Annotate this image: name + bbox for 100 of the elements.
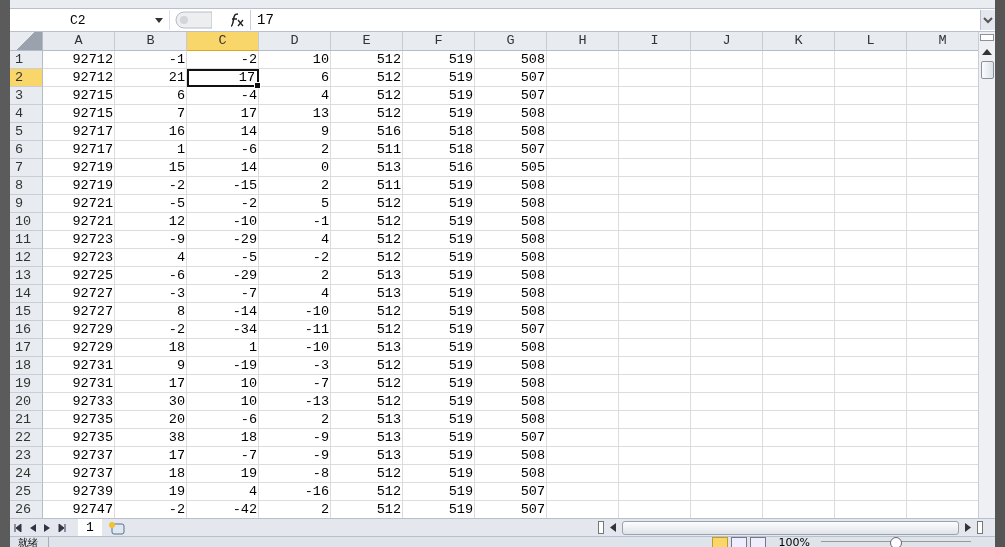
table-cell-text: 92735: [71, 411, 114, 429]
table-cell: 17: [187, 69, 259, 87]
table-cell-text: 519: [447, 303, 474, 321]
row-header[interactable]: 12: [10, 249, 43, 267]
row-header[interactable]: 23: [10, 447, 43, 465]
row-header[interactable]: 10: [10, 213, 43, 231]
table-cell-text: 512: [375, 501, 402, 518]
row-header[interactable]: 13: [10, 267, 43, 285]
column-header[interactable]: K: [763, 32, 835, 51]
row-header[interactable]: 17: [10, 339, 43, 357]
split-handle[interactable]: [980, 34, 994, 41]
table-cell-text: 508: [519, 267, 546, 285]
table-cell-text: 17: [167, 447, 186, 465]
table-cell-text: 508: [519, 393, 546, 411]
column-header[interactable]: D: [259, 32, 331, 51]
row-header[interactable]: 24: [10, 465, 43, 483]
table-cell-text: 516: [375, 123, 402, 141]
column-header[interactable]: A: [43, 32, 115, 51]
column-header[interactable]: C: [187, 32, 259, 51]
table-cell-text: 92717: [71, 123, 114, 141]
table-cell-text: 4: [319, 285, 330, 303]
table-cell-text: 92735: [71, 429, 114, 447]
row-header[interactable]: 14: [10, 285, 43, 303]
row-header[interactable]: 9: [10, 195, 43, 213]
dropdown-icon[interactable]: [155, 17, 163, 23]
row-header[interactable]: 11: [10, 231, 43, 249]
scroll-thumb[interactable]: [622, 520, 959, 535]
row-header[interactable]: 4: [10, 105, 43, 123]
table-cell-text: -6: [167, 267, 186, 285]
table-cell-text: 519: [447, 411, 474, 429]
table-cell-text: 4: [319, 231, 330, 249]
table-cell-text: 92733: [71, 393, 114, 411]
scroll-left-icon[interactable]: [610, 523, 616, 532]
column-header[interactable]: B: [115, 32, 187, 51]
scroll-up-icon[interactable]: [982, 49, 992, 55]
table-cell-text: 512: [375, 465, 402, 483]
table-cell-text: 92731: [71, 375, 114, 393]
scroll-right-icon[interactable]: [965, 523, 971, 532]
table-cell-text: 2: [319, 411, 330, 429]
new-sheet-icon[interactable]: [107, 520, 126, 535]
table-cell-text: 508: [519, 339, 546, 357]
table-cell-text: 92737: [71, 465, 114, 483]
table-cell-text: 512: [375, 357, 402, 375]
table-cell-text: -2: [239, 195, 258, 213]
table-cell-text: -9: [311, 447, 330, 465]
table-cell-text: 92747: [71, 501, 114, 518]
table-cell-text: 508: [519, 177, 546, 195]
table-cell-text: 513: [375, 159, 402, 177]
row-header[interactable]: 20: [10, 393, 43, 411]
row-header[interactable]: 1: [10, 51, 43, 69]
column-header[interactable]: J: [691, 32, 763, 51]
row-header[interactable]: 25: [10, 483, 43, 501]
table-cell-text: -2: [167, 177, 186, 195]
table-cell-text: -6: [239, 141, 258, 159]
expand-icon[interactable]: [980, 10, 995, 30]
page-break-button[interactable]: [749, 537, 766, 547]
column-header[interactable]: M: [907, 32, 978, 51]
row-header[interactable]: 7: [10, 159, 43, 177]
table-cell-text: 512: [375, 105, 402, 123]
column-header[interactable]: I: [619, 32, 691, 51]
column-header[interactable]: E: [331, 32, 403, 51]
row-header[interactable]: 15: [10, 303, 43, 321]
row-header[interactable]: 2: [10, 69, 43, 87]
table-cell-text: 20: [167, 411, 186, 429]
column-header[interactable]: G: [475, 32, 547, 51]
zoom-level[interactable]: 100%: [778, 537, 810, 547]
previous-sheet-icon[interactable]: [30, 523, 36, 532]
row-header[interactable]: 21: [10, 411, 43, 429]
row-header[interactable]: 19: [10, 375, 43, 393]
resize-handle-icon[interactable]: [172, 11, 212, 29]
column-header[interactable]: H: [547, 32, 619, 51]
table-cell-text: 12: [167, 213, 186, 231]
table-cell-text: -8: [311, 465, 330, 483]
table-cell-text: 7: [175, 105, 186, 123]
row-header[interactable]: 6: [10, 141, 43, 159]
first-sheet-icon[interactable]: [14, 523, 22, 532]
table-cell-text: 513: [375, 285, 402, 303]
last-sheet-icon[interactable]: [58, 523, 66, 532]
next-sheet-icon[interactable]: [44, 523, 50, 532]
column-header[interactable]: L: [835, 32, 907, 51]
split-handle[interactable]: [977, 521, 983, 534]
column-header[interactable]: F: [403, 32, 475, 51]
page-layout-button[interactable]: [730, 537, 747, 547]
row-header[interactable]: 26: [10, 501, 43, 518]
row-header[interactable]: 22: [10, 429, 43, 447]
row-header[interactable]: 16: [10, 321, 43, 339]
name-box[interactable]: C2: [10, 10, 170, 30]
row-header[interactable]: 3: [10, 87, 43, 105]
scroll-thumb[interactable]: [980, 61, 994, 79]
slider-thumb[interactable]: [890, 537, 902, 547]
sheet-tab[interactable]: 1: [78, 519, 102, 536]
table-cell-text: -34: [231, 321, 258, 339]
table-cell-text: -10: [303, 303, 330, 321]
function-icon[interactable]: [228, 13, 244, 27]
row-header[interactable]: 5: [10, 123, 43, 141]
table-cell-text: -42: [231, 501, 258, 518]
row-header[interactable]: 18: [10, 357, 43, 375]
split-handle[interactable]: [598, 521, 604, 534]
table-cell-text: 512: [375, 393, 402, 411]
row-header[interactable]: 8: [10, 177, 43, 195]
